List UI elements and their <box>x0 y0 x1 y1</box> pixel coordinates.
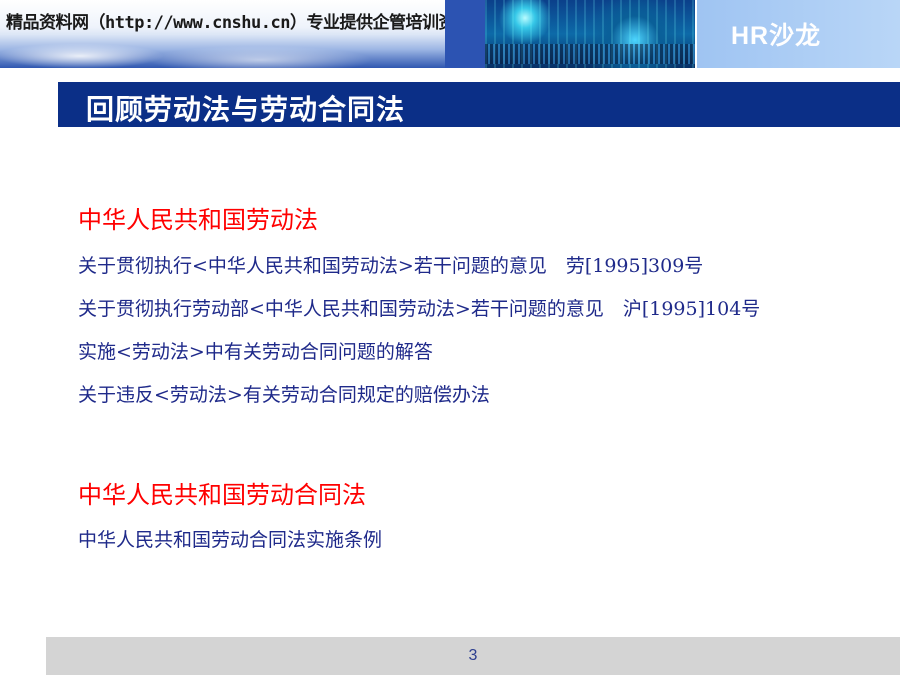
banner-divider-strip <box>445 0 485 68</box>
brand-logo-text: HR沙龙 <box>731 22 822 50</box>
list-item: 关于违反<劳动法>有关劳动合同规定的赔偿办法 <box>78 384 490 406</box>
section-heading-labor-contract-law: 中华人民共和国劳动合同法 <box>78 481 366 509</box>
section-heading-labor-law: 中华人民共和国劳动法 <box>78 206 318 234</box>
list-item: 关于贯彻执行<中华人民共和国劳动法>若干问题的意见 劳[1995]309号 <box>78 255 704 277</box>
title-bar: 回顾劳动法与劳动合同法 <box>58 82 900 127</box>
list-item: 关于贯彻执行劳动部<中华人民共和国劳动法>若干问题的意见 沪[1995]104号 <box>78 298 761 320</box>
header-banner: 精品资料网（http://www.cnshu.cn）专业提供企管培训资料 HR沙… <box>0 0 900 68</box>
banner-left-panel: 精品资料网（http://www.cnshu.cn）专业提供企管培训资料 <box>0 0 472 68</box>
site-promo-text: 精品资料网（http://www.cnshu.cn）专业提供企管培训资料 <box>6 13 472 33</box>
list-item: 实施<劳动法>中有关劳动合同问题的解答 <box>78 341 433 363</box>
brand-panel: HR沙龙 <box>697 0 900 68</box>
slide-title: 回顾劳动法与劳动合同法 <box>86 93 406 126</box>
footer-bar: 3 <box>46 637 900 675</box>
banner-wave-graphic <box>0 34 445 68</box>
title-accent <box>0 82 58 127</box>
list-item: 中华人民共和国劳动合同法实施条例 <box>78 529 383 551</box>
circuit-board-image <box>485 0 695 68</box>
page-number: 3 <box>468 647 478 664</box>
circuit-pins-graphic <box>485 44 695 64</box>
